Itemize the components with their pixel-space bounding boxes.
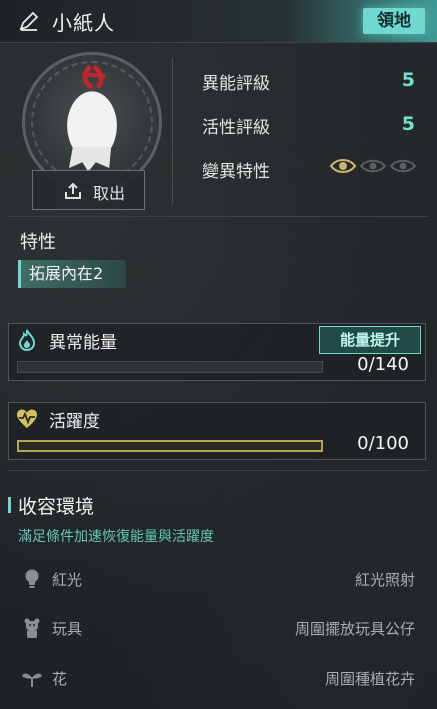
heart-pulse-icon (17, 409, 37, 428)
eye-icon (359, 159, 387, 173)
trait-tag[interactable]: 拓展內在2 (18, 260, 126, 288)
energy-progress-bar (17, 361, 323, 373)
energy-value: 0/140 (357, 354, 409, 375)
mutation-eyes (329, 159, 417, 173)
energy-panel: 異常能量 能量提升 0/140 (8, 323, 426, 381)
environment-item-name: 紅光 (52, 571, 83, 589)
mutation-trait-label: 變異特性 (202, 162, 270, 182)
ability-rating-value: 5 (401, 69, 415, 91)
environment-item-desc: 周圍種植花卉 (324, 670, 415, 688)
bulb-icon (25, 569, 39, 588)
activity-rating-value: 5 (401, 113, 415, 135)
flame-icon (18, 329, 36, 352)
vitality-progress-bar (17, 440, 323, 452)
environment-item-desc: 周圍擺放玩具公仔 (294, 620, 415, 638)
edit-icon[interactable] (18, 10, 40, 32)
energy-boost-button[interactable]: 能量提升 (319, 326, 421, 354)
activity-rating-label: 活性評級 (202, 118, 270, 138)
divider (8, 216, 428, 217)
environment-item-red-light: 紅光 紅光照射 (0, 560, 437, 600)
territory-button[interactable]: 領地 (363, 8, 425, 34)
upload-icon (65, 182, 81, 199)
take-out-label: 取出 (93, 184, 126, 203)
eye-icon (389, 159, 417, 173)
eye-icon (329, 159, 357, 173)
toy-icon (24, 618, 40, 638)
traits-title: 特性 (20, 232, 56, 253)
take-out-button[interactable]: 取出 (32, 170, 145, 210)
vitality-panel: 活躍度 0/100 (8, 402, 426, 460)
environment-subtitle: 滿足條件加速恢復能量與活躍度 (18, 529, 214, 545)
environment-title: 收容環境 (18, 496, 95, 518)
sprout-icon (22, 673, 42, 687)
divider (8, 470, 428, 471)
paper-doll-illustration (67, 64, 117, 172)
environment-item-flower: 花 周圍種植花卉 (0, 659, 437, 699)
energy-title: 異常能量 (49, 333, 117, 353)
environment-item-desc: 紅光照射 (354, 571, 415, 589)
vitality-value: 0/100 (357, 433, 409, 454)
divider (172, 58, 173, 204)
portrait-area: 取出 (10, 52, 170, 212)
environment-item-toy: 玩具 周圍擺放玩具公仔 (0, 609, 437, 649)
environment-item-name: 花 (52, 670, 68, 688)
vitality-title: 活躍度 (49, 412, 100, 432)
ability-rating-label: 異能評級 (202, 74, 270, 94)
environment-item-name: 玩具 (52, 620, 83, 638)
page-title: 小紙人 (52, 11, 115, 35)
header-bar: 小紙人 領地 (0, 0, 437, 43)
section-accent (8, 497, 11, 513)
